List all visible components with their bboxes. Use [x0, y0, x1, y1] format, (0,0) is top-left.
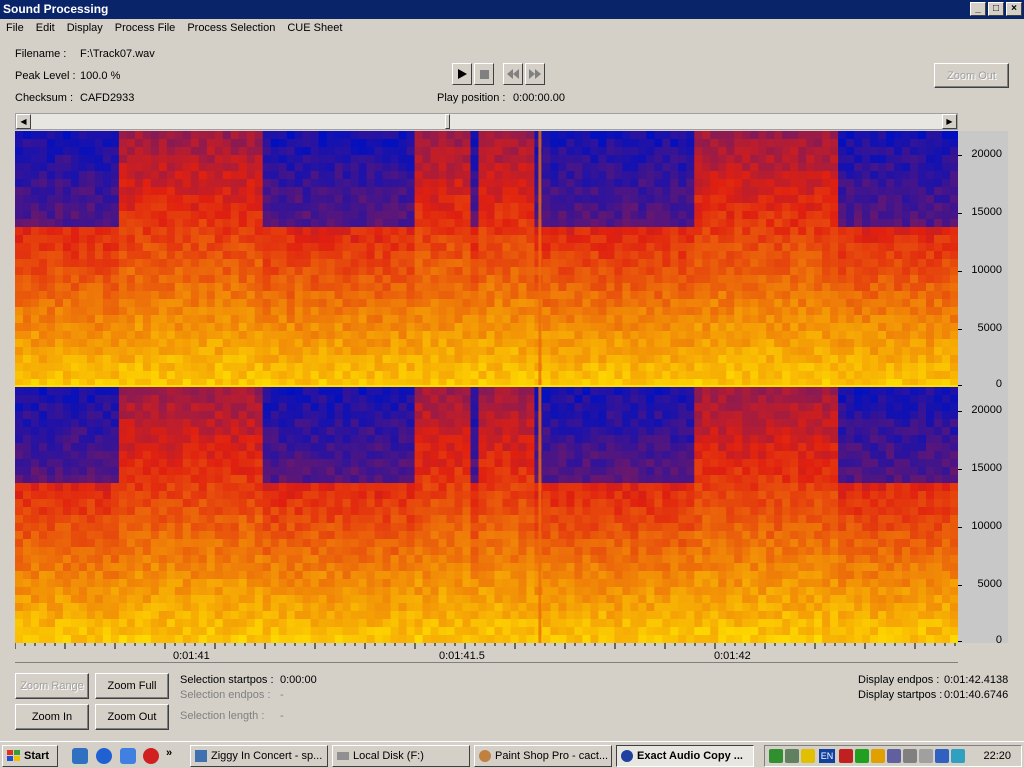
spectrogram-left-channel[interactable] [15, 131, 958, 387]
display-startpos-value: 0:01:40.6746 [944, 689, 1009, 701]
eac-icon [621, 750, 633, 762]
tray-antivirus-icon[interactable] [839, 749, 853, 763]
time-label: 0:01:41.5 [439, 650, 485, 662]
play-position-label: Play position : [437, 92, 506, 104]
horizontal-scrollbar[interactable]: ◀ ▶ [15, 113, 958, 130]
stop-button[interactable] [474, 63, 494, 85]
minimize-button[interactable]: _ [970, 2, 986, 16]
tray-tools-icon[interactable] [919, 749, 933, 763]
selection-endpos-label: Selection endpos : [180, 689, 271, 701]
display-endpos-label: Display endpos : [858, 674, 940, 686]
start-label: Start [24, 750, 50, 762]
peak-level-label: Peak Level : [15, 70, 76, 82]
rewind-icon [507, 69, 519, 79]
zoom-out-top-button[interactable]: Zoom Out [934, 63, 1009, 88]
rewind-button[interactable] [503, 63, 523, 85]
checksum-value: CAFD2933 [80, 92, 135, 104]
frequency-axis-bottom: 20000 15000 10000 5000 0 [958, 387, 1008, 646]
menu-file[interactable]: File [0, 19, 30, 38]
peak-level-value: 100.0 % [80, 70, 121, 82]
clock: 22:20 [983, 750, 1011, 762]
filename-label: Filename : [15, 48, 67, 60]
menu-display[interactable]: Display [61, 19, 109, 38]
display-endpos-value: 0:01:42.4138 [944, 674, 1009, 686]
window-title: Sound Processing [3, 2, 109, 16]
drive-icon [337, 752, 349, 760]
scroll-left-arrow-icon[interactable]: ◀ [16, 114, 31, 129]
time-axis: 0:01:41 0:01:41.5 0:01:42 [15, 643, 958, 663]
forward-button[interactable] [525, 63, 545, 85]
tray-usb-icon[interactable] [785, 749, 799, 763]
tray-monitor-icon[interactable] [871, 749, 885, 763]
quicklaunch-more-icon[interactable]: » [166, 747, 172, 759]
task-ziggy[interactable]: Ziggy In Concert - sp... [190, 745, 328, 767]
frequency-axis-top: 20000 15000 10000 5000 0 [958, 131, 1008, 390]
play-position-value: 0:00:00.00 [513, 92, 565, 104]
close-button[interactable]: × [1006, 2, 1022, 16]
tray-app-icon[interactable] [855, 749, 869, 763]
spectrogram-right-channel[interactable] [15, 387, 958, 643]
desktop-icon[interactable] [72, 748, 88, 764]
selection-endpos-value: - [280, 689, 284, 701]
play-icon [458, 69, 467, 79]
taskbar: Start » Ziggy In Concert - sp... Local D… [0, 741, 1024, 768]
maximize-button[interactable]: □ [988, 2, 1004, 16]
start-button[interactable]: Start [2, 745, 58, 767]
task-exact-audio-copy[interactable]: Exact Audio Copy ... [616, 745, 754, 767]
menu-bar: File Edit Display Process File Process S… [0, 19, 1024, 38]
spectrogram-bottom-canvas [15, 387, 958, 643]
zoom-full-button[interactable]: Zoom Full [95, 673, 169, 699]
selection-startpos-label: Selection startpos : [180, 674, 274, 686]
media-player-icon[interactable] [143, 748, 159, 764]
spectrogram-top-canvas [15, 131, 958, 387]
zoom-out-button[interactable]: Zoom Out [95, 704, 169, 730]
zoom-range-button[interactable]: Zoom Range [15, 673, 89, 699]
tray-network-icon[interactable] [769, 749, 783, 763]
title-bar: Sound Processing _ □ × [0, 0, 1024, 19]
outlook-icon[interactable] [120, 748, 136, 764]
task-paint-shop-pro[interactable]: Paint Shop Pro - cact... [474, 745, 612, 767]
time-label: 0:01:41 [173, 650, 210, 662]
selection-startpos-value: 0:00:00 [280, 674, 317, 686]
display-startpos-label: Display startpos : [858, 689, 943, 701]
filename-value: F:\Track07.wav [80, 48, 155, 60]
task-local-disk[interactable]: Local Disk (F:) [332, 745, 470, 767]
checksum-label: Checksum : [15, 92, 74, 104]
tray-printer-icon[interactable] [903, 749, 917, 763]
windows-logo-icon [7, 750, 20, 761]
stop-icon [479, 69, 489, 79]
play-button[interactable] [452, 63, 472, 85]
menu-edit[interactable]: Edit [30, 19, 61, 38]
selection-length-label: Selection length : [180, 710, 265, 722]
zoom-in-button[interactable]: Zoom In [15, 704, 89, 730]
scroll-right-arrow-icon[interactable]: ▶ [942, 114, 957, 129]
window-controls: _ □ × [970, 2, 1022, 16]
menu-process-selection[interactable]: Process Selection [181, 19, 281, 38]
window-icon [195, 750, 207, 762]
menu-process-file[interactable]: Process File [109, 19, 182, 38]
menu-cue-sheet[interactable]: CUE Sheet [281, 19, 348, 38]
forward-icon [529, 69, 541, 79]
time-axis-ticks [15, 643, 956, 649]
system-tray: EN 22:20 [764, 745, 1022, 767]
language-indicator[interactable]: EN [819, 749, 835, 763]
tray-s-icon[interactable] [935, 749, 949, 763]
scroll-thumb[interactable] [445, 114, 450, 129]
tray-warning-icon[interactable] [801, 749, 815, 763]
time-label: 0:01:42 [714, 650, 751, 662]
selection-length-value: - [280, 710, 284, 722]
paint-shop-icon [479, 750, 491, 762]
internet-explorer-icon[interactable] [96, 748, 112, 764]
tray-sync-icon[interactable] [951, 749, 965, 763]
tray-display-icon[interactable] [887, 749, 901, 763]
